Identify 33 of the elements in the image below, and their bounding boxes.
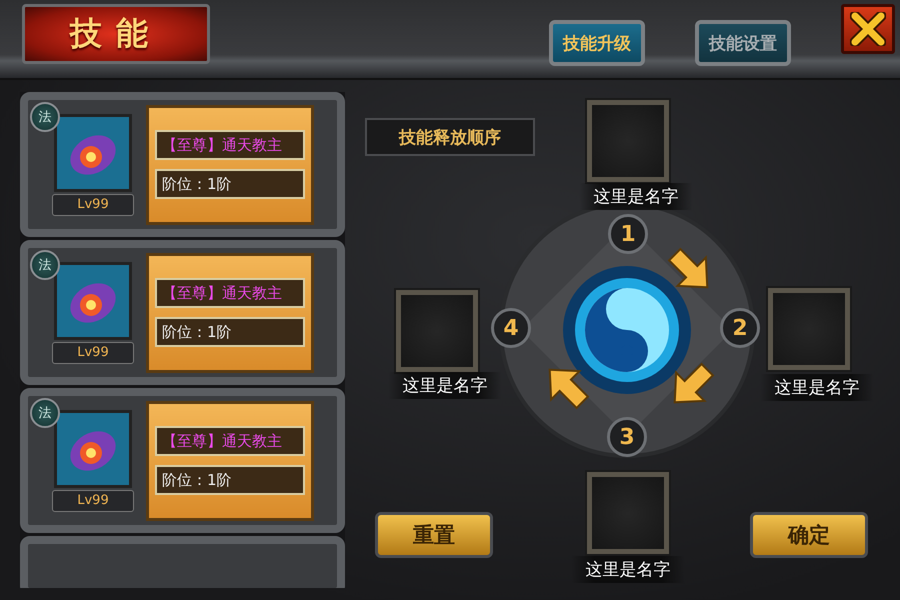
reset-button[interactable]: 重置 (375, 512, 493, 558)
skill-name: 【至尊】通天教主 (155, 278, 305, 308)
skill-slot[interactable] (587, 472, 669, 554)
rank-label: 阶位：1阶 (155, 169, 305, 199)
slot-name: 这里是名字 (580, 183, 692, 210)
level-label: Lv99 (52, 342, 134, 364)
confirm-button[interactable]: 确定 (750, 512, 868, 558)
section-title: 技能释放顺序 (365, 118, 535, 156)
rank-label: 阶位：1阶 (155, 317, 305, 347)
skill-card[interactable]: 法 Lv99 【至尊】通天教主 阶位：1阶 (20, 388, 345, 533)
rank-label: 阶位：1阶 (155, 465, 305, 495)
close-button[interactable] (841, 4, 895, 54)
class-badge: 法 (30, 250, 60, 280)
level-label: Lv99 (52, 194, 134, 216)
yin-yang-icon (563, 266, 691, 394)
skill-icon (54, 262, 132, 340)
tab[interactable]: 技能升级 (549, 20, 645, 66)
skill-card[interactable]: 法 Lv99 【至尊】通天教主 阶位：1阶 (20, 92, 345, 237)
skill-name: 【至尊】通天教主 (155, 426, 305, 456)
class-badge: 法 (30, 398, 60, 428)
skill-slot[interactable] (768, 288, 850, 370)
skill-icon (54, 410, 132, 488)
order-number: 4 (491, 308, 531, 348)
slot-name: 这里是名字 (388, 372, 502, 399)
skill-name: 【至尊】通天教主 (155, 130, 305, 160)
window-title: 技能 (22, 4, 210, 64)
skill-card[interactable]: 法 Lv99 【至尊】通天教主 阶位：1阶 (20, 240, 345, 385)
class-badge: 法 (30, 102, 60, 132)
skill-icon (54, 114, 132, 192)
tab[interactable]: 技能设置 (695, 20, 791, 66)
level-label: Lv99 (52, 490, 134, 512)
skill-slot[interactable] (396, 290, 478, 372)
skill-slot[interactable] (587, 100, 669, 182)
